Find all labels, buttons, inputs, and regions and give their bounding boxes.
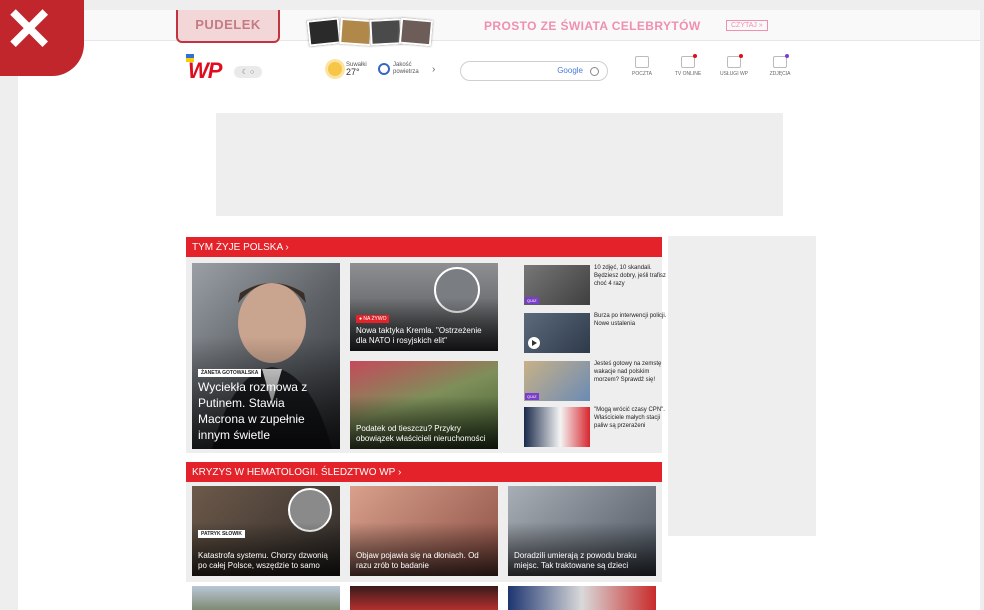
list-item[interactable]: Burza po interwencji policji. Nowe ustal… bbox=[524, 311, 674, 355]
article-thumbnail: QUIZ bbox=[524, 265, 590, 305]
air-quality-icon bbox=[378, 63, 390, 75]
promo-photos bbox=[306, 17, 434, 47]
weather-text: Suwałki 27° bbox=[346, 62, 367, 77]
search-input[interactable]: Google bbox=[460, 61, 608, 81]
article-title[interactable]: "Mogą wrócić czasy CPN". Właściciele mał… bbox=[594, 406, 672, 430]
page: PUDELEK PROSTO ZE ŚWIATA CELEBRYTÓW CZYT… bbox=[18, 10, 980, 610]
site-header: WP ☾ ○ Suwałki 27° Jakość powietrza › Go… bbox=[18, 50, 980, 100]
article-title[interactable]: Podatek od tieszczu? Przykry obowiązek w… bbox=[356, 424, 492, 444]
photos-icon bbox=[773, 54, 789, 68]
search-icon[interactable] bbox=[590, 67, 599, 76]
nav-photos[interactable]: ZDJĘCIA bbox=[766, 54, 794, 77]
article-title[interactable]: 10 zdjęć, 10 skandali. Będziesz dobry, j… bbox=[594, 264, 672, 288]
article-thumbnail bbox=[524, 313, 590, 353]
weather-temp: 27° bbox=[346, 67, 360, 77]
section-body: ŻANETA GOTOWALSKA Wyciekła rozmowa z Put… bbox=[186, 257, 666, 453]
section-header-kryzys-w-hematologii[interactable]: KRYZYS W HEMATOLOGII. ŚLEDZTWO WP › bbox=[186, 462, 662, 482]
wp-logo[interactable]: WP bbox=[188, 58, 222, 84]
theme-toggle[interactable]: ☾ ○ bbox=[234, 66, 262, 78]
list-item[interactable]: QUIZ 10 zdjęć, 10 skandali. Będziesz dob… bbox=[524, 263, 674, 307]
list-item[interactable]: QUIZ Jesteś gotowy na zemstę wakacje nad… bbox=[524, 359, 674, 403]
article-title[interactable]: Objaw pojawia się na dłoniach. Od razu z… bbox=[356, 551, 492, 571]
header-nav: POCZTA TV ONLINE USŁUGI WP ZDJĘCIA bbox=[628, 54, 794, 77]
nav-label: USŁUGI WP bbox=[719, 71, 749, 77]
live-tag: ● NA ŻYWO bbox=[356, 315, 390, 323]
section-header-tym-zyje-polska[interactable]: TYM ŻYJE POLSKA › bbox=[186, 237, 662, 257]
nav-tv-online[interactable]: TV ONLINE bbox=[674, 54, 702, 77]
article-card[interactable]: Doradzili umierają z powodu braku miejsc… bbox=[508, 486, 656, 576]
promo-title[interactable]: PROSTO ZE ŚWIATA CELEBRYTÓW bbox=[484, 19, 701, 33]
weather-widget[interactable]: Suwałki 27° bbox=[328, 62, 367, 77]
sun-icon bbox=[328, 62, 342, 76]
tv-icon bbox=[681, 54, 697, 68]
article-title[interactable]: Burza po interwencji policji. Nowe ustal… bbox=[594, 312, 672, 328]
article-card[interactable]: ● NA ŻYWO Nowa taktyka Kremla. "Ostrzeże… bbox=[350, 263, 498, 351]
promo-photo bbox=[398, 17, 434, 47]
nav-label: TV ONLINE bbox=[674, 71, 702, 77]
article-title[interactable]: Jesteś gotowy na zemstę wakacje nad pols… bbox=[594, 360, 672, 384]
article-title[interactable]: Doradzili umierają z powodu braku miejsc… bbox=[514, 551, 650, 571]
play-icon[interactable] bbox=[528, 337, 540, 349]
ad-banner[interactable] bbox=[216, 113, 783, 216]
article-title[interactable]: Nowa taktyka Kremla. "Ostrzeżenie dla NA… bbox=[356, 326, 492, 346]
article-thumbnail bbox=[524, 407, 590, 447]
sidebar-ad[interactable] bbox=[668, 236, 816, 536]
article-title[interactable]: Wyciekła rozmowa z Putinem. Stawia Macro… bbox=[198, 379, 334, 443]
quiz-badge: QUIZ bbox=[525, 297, 539, 304]
nav-label: POCZTA bbox=[632, 71, 652, 77]
article-title[interactable]: Katastrofa systemu. Chorzy dzwonią po ca… bbox=[198, 551, 334, 571]
author-tag[interactable]: ŻANETA GOTOWALSKA bbox=[198, 369, 262, 377]
promo-bar[interactable]: PUDELEK PROSTO ZE ŚWIATA CELEBRYTÓW CZYT… bbox=[18, 10, 980, 47]
close-overlay-button[interactable]: ✕ bbox=[0, 0, 84, 76]
promo-read-button[interactable]: CZYTAJ » bbox=[726, 20, 768, 31]
air-quality-label: Jakość powietrza bbox=[393, 62, 419, 75]
author-tag[interactable]: PATRYK SŁOWIK bbox=[198, 530, 246, 538]
services-icon bbox=[727, 54, 743, 68]
promo-photo bbox=[306, 17, 342, 47]
promo-photo bbox=[369, 18, 403, 46]
mail-icon bbox=[635, 56, 649, 68]
article-card[interactable]: Podatek od tieszczu? Przykry obowiązek w… bbox=[350, 361, 498, 449]
section-body: PATRYK SŁOWIK Katastrofa systemu. Chorzy… bbox=[186, 482, 662, 582]
article-card[interactable]: PATRYK SŁOWIK Katastrofa systemu. Chorzy… bbox=[192, 486, 340, 576]
search-provider: Google bbox=[557, 66, 583, 75]
article-card[interactable]: Objaw pojawia się na dłoniach. Od razu z… bbox=[350, 486, 498, 576]
pudelek-logo[interactable]: PUDELEK bbox=[176, 10, 280, 43]
nav-label: ZDJĘCIA bbox=[769, 71, 791, 77]
promo-photo bbox=[339, 17, 373, 47]
article-image[interactable] bbox=[350, 586, 498, 610]
close-icon: ✕ bbox=[4, 0, 55, 63]
air-quality-widget[interactable]: Jakość powietrza › bbox=[378, 62, 435, 76]
quiz-badge: QUIZ bbox=[525, 393, 539, 400]
article-image[interactable] bbox=[508, 586, 656, 610]
chevron-right-icon[interactable]: › bbox=[432, 64, 435, 75]
nav-services[interactable]: USŁUGI WP bbox=[719, 54, 749, 77]
list-item[interactable]: "Mogą wrócić czasy CPN". Właściciele mał… bbox=[524, 405, 674, 449]
article-thumbnail: QUIZ bbox=[524, 361, 590, 401]
nav-mail[interactable]: POCZTA bbox=[628, 56, 656, 77]
article-image[interactable] bbox=[192, 586, 340, 610]
main-article-card[interactable]: ŻANETA GOTOWALSKA Wyciekła rozmowa z Put… bbox=[192, 263, 340, 449]
